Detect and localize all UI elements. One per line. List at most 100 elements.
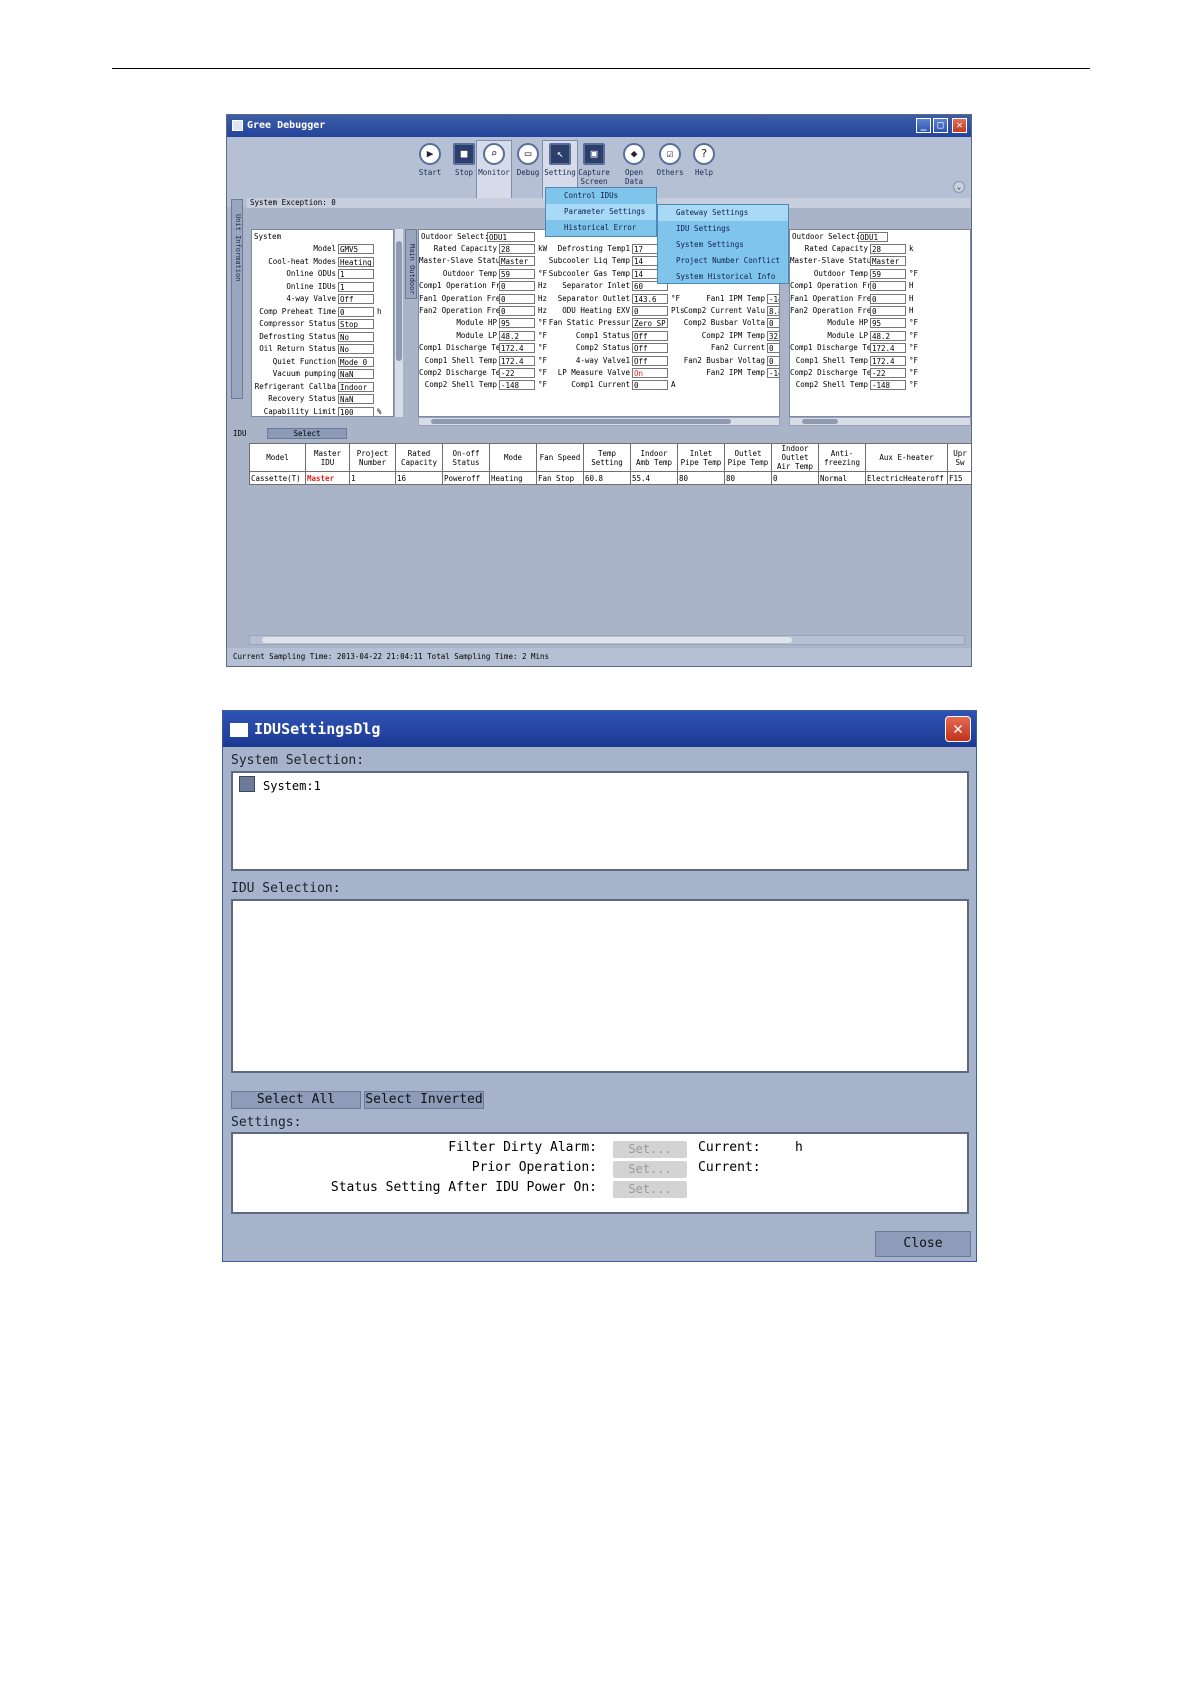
idu-column-header[interactable]: Mode [489, 443, 537, 472]
odu-col2-label: Separator Inlet [562, 281, 630, 291]
submenu-item-gateway-settings[interactable]: Gateway Settings [658, 205, 788, 221]
odu-col2-unit: A [671, 380, 676, 390]
idu-selection-list[interactable] [231, 899, 969, 1073]
select-all-button[interactable]: Select All [231, 1091, 361, 1109]
toolbar-help-button[interactable]: ? Help [687, 141, 721, 201]
idu-label: IDU [233, 429, 247, 438]
outdoor-panel-hscroll-thumb[interactable] [431, 419, 731, 424]
dialog-app-icon [230, 723, 248, 737]
unit-information-tab[interactable]: Unit Information [231, 199, 243, 399]
toolbar-others-button[interactable]: ☑ Others [653, 141, 687, 201]
odu-col3-value: -148 [767, 368, 779, 378]
system-item[interactable]: System:1 [239, 776, 321, 793]
idu-column-header[interactable]: On-off Status [442, 443, 490, 472]
odu2-value: 0 [870, 293, 906, 304]
menu-item-historical-error[interactable]: Historical Error [546, 220, 656, 236]
system-label: Oil Return Status [259, 344, 336, 353]
system-row: Compressor Status Stop [252, 319, 390, 331]
odu2-row: Outdoor Temp 59 °F [790, 268, 922, 281]
outdoor-panel-2-hscroll-thumb[interactable] [802, 419, 838, 424]
close-dialog-button[interactable]: Close [875, 1231, 971, 1257]
submenu-item-project-number-conflict[interactable]: Project Number Conflict [658, 253, 788, 269]
toolbar-monitor-button[interactable]: ⌕ Monitor [476, 140, 512, 202]
submenu-item-system-historical-info[interactable]: System Historical Info [658, 269, 788, 285]
idu-column-header[interactable]: Outlet Pipe Temp [724, 443, 772, 472]
title-bar: Gree Debugger _ □ ✕ [227, 115, 971, 137]
idu-column-header[interactable]: Inlet Pipe Temp [677, 443, 725, 472]
maximize-button[interactable]: □ [933, 118, 948, 133]
odu-col3-value: 0 [767, 355, 779, 366]
odu-col2-value: 0 [632, 380, 668, 391]
outdoor-select-dropdown[interactable]: ODU1 [487, 232, 535, 242]
idu-column-header[interactable]: Indoor Outlet Air Temp [771, 443, 819, 472]
setting-set-button[interactable]: Set... [613, 1141, 687, 1158]
system-label: Vacuum pumping [272, 369, 336, 378]
odu-col2-row: Fan Static Pressur Zero SP [541, 318, 684, 330]
odu2-value: 0 [870, 306, 906, 316]
system-value: No [338, 331, 374, 342]
idu-column-header[interactable]: Fan Speed [536, 443, 584, 472]
toolbar-label: Stop [454, 168, 474, 177]
outdoor-panel-2-hscrollbar[interactable] [789, 417, 971, 426]
idu-column-header[interactable]: Project Number [349, 443, 396, 472]
minimize-button[interactable]: _ [916, 118, 931, 133]
outdoor-panel-hscrollbar[interactable] [418, 417, 780, 426]
setting-set-button[interactable]: Set... [613, 1181, 687, 1198]
setting-set-button[interactable]: Set... [613, 1161, 687, 1178]
menu-item-control-idus[interactable]: Control IDUs [546, 188, 656, 204]
odu2-unit: °F [909, 355, 919, 365]
odu-col1-row: Comp1 Discharge Te 172.4 °F [419, 343, 551, 355]
idu-select-button[interactable]: Select [267, 428, 347, 439]
idu-column-header[interactable]: Indoor Amb Temp [630, 443, 678, 472]
idu-table-hscroll-thumb[interactable] [262, 637, 792, 643]
system-panel-scroll-thumb[interactable] [396, 241, 402, 361]
idu-column-header[interactable]: Aux E-heater [865, 443, 948, 472]
system-item-label: System:1 [263, 779, 321, 793]
system-label: Cool-heat Modes [268, 256, 336, 266]
system-row: Model GMV5 [252, 244, 390, 256]
collapse-toolbar-icon[interactable]: ⌄ [953, 181, 965, 193]
idu-column-header[interactable]: Temp Setting [583, 443, 631, 472]
select-inverted-button[interactable]: Select Inverted [364, 1091, 484, 1109]
system-value: NaN [338, 369, 374, 379]
odu2-value: Master [870, 256, 906, 267]
idu-column-header[interactable]: Upr Sw [947, 443, 971, 472]
idu-table-area: Model Master IDU Project Number Rated Capac… [247, 441, 971, 653]
odu-col1-label: Fan1 Operation Fre [419, 293, 501, 303]
odu-col1-value: 28 [499, 244, 535, 254]
toolbar-stop-button[interactable]: ■ Stop [447, 141, 481, 201]
debug-icon: ▭ [517, 143, 539, 165]
menu-item-parameter-settings[interactable]: Parameter Settings [546, 204, 656, 220]
odu2-row: Fan2 Operation Fre 0 H [790, 306, 922, 318]
system-panel-scrollbar[interactable] [394, 229, 403, 417]
outdoor-select-dropdown-2[interactable]: ODU1 [858, 232, 888, 242]
toolbar-debug-button[interactable]: ▭ Debug [511, 141, 545, 201]
odu-col1-label: Outdoor Temp [442, 268, 497, 278]
odu2-label: Module HP [827, 318, 868, 328]
dialog-close-icon[interactable]: ✕ [945, 716, 971, 742]
system-value: 1 [338, 281, 374, 292]
odu-col2-row: Comp2 Status Off [541, 343, 684, 355]
idu-column-header[interactable]: Model [249, 443, 306, 472]
submenu-item-system-settings[interactable]: System Settings [658, 237, 788, 253]
odu-col2-label: Fan Static Pressur [548, 318, 630, 328]
system-row: Defrosting Status No [252, 331, 390, 344]
odu-col2-label: Comp1 Status [575, 330, 630, 340]
system-panel-header: System [254, 232, 282, 241]
main-outdoor-tab[interactable]: Main Outdoor [405, 229, 417, 299]
idu-table-hscrollbar[interactable] [249, 635, 965, 645]
system-checkbox[interactable] [239, 776, 255, 792]
odu2-value: 172.4 [870, 355, 906, 366]
close-button[interactable]: ✕ [952, 118, 967, 133]
toolbar-start-button[interactable]: ▶ Start [413, 141, 447, 201]
submenu-item-idu-settings[interactable]: IDU Settings [658, 221, 788, 237]
odu2-row: Comp1 Shell Temp 172.4 °F [790, 355, 922, 368]
system-value: 100 [338, 406, 374, 416]
system-value: 1 [338, 269, 374, 279]
idu-column-header[interactable]: Master IDU [305, 443, 350, 472]
idu-table-cell: 80 [724, 471, 772, 485]
system-unit: h [377, 306, 382, 316]
idu-column-header[interactable]: Rated Capacity [395, 443, 443, 472]
toolbar-label: Others [656, 168, 684, 177]
idu-column-header[interactable]: Anti-freezing [818, 443, 866, 472]
